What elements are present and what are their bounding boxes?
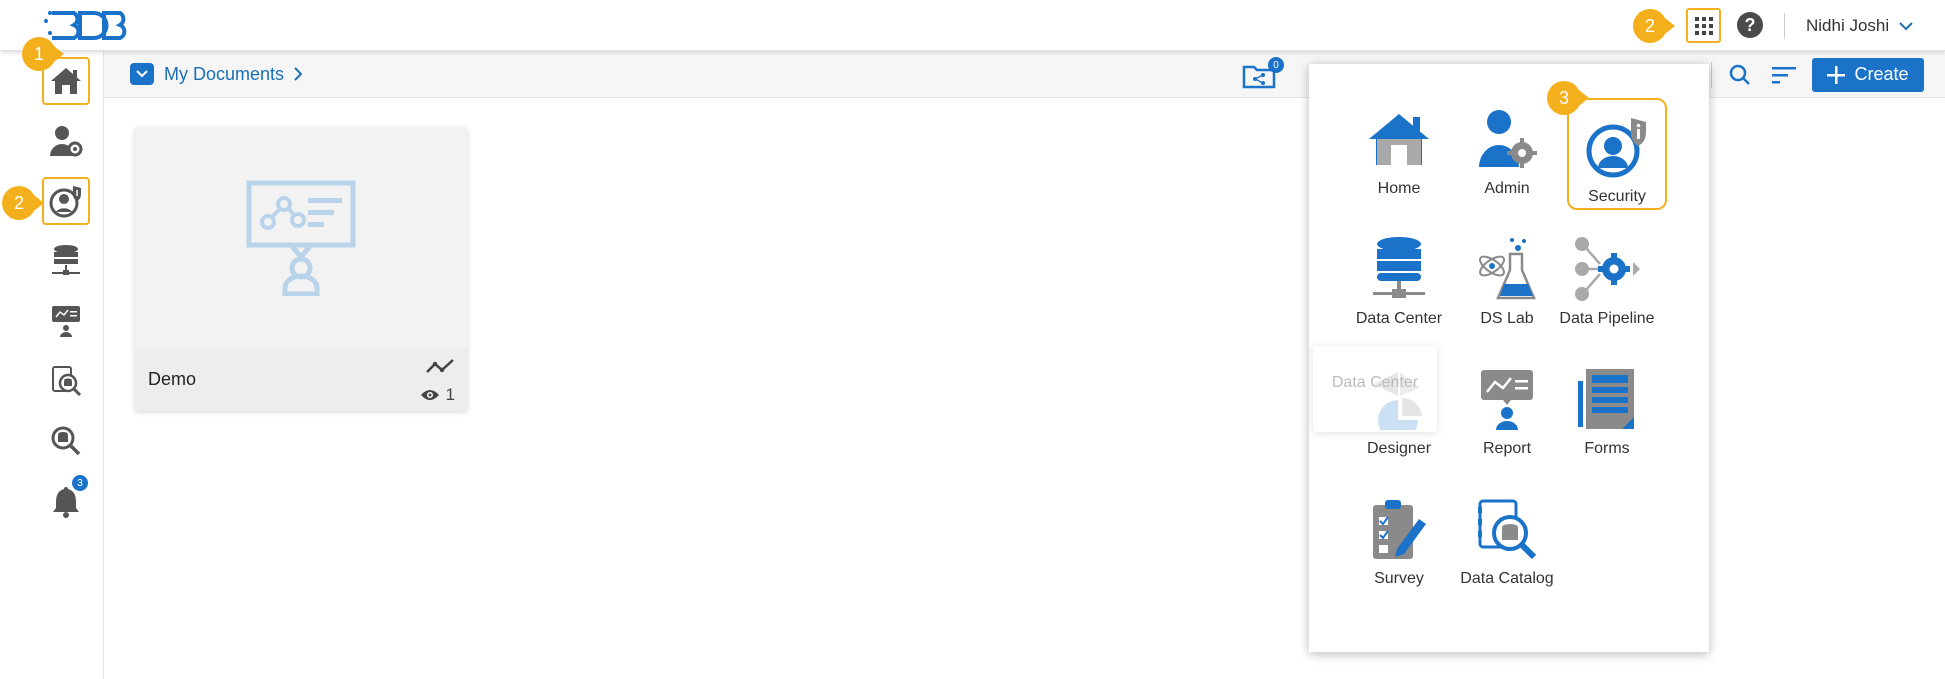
app-tile-report[interactable]: Report [1457, 352, 1557, 464]
data-catalog-icon [52, 366, 82, 397]
sort-button[interactable] [1768, 59, 1800, 91]
search-database-icon [51, 426, 81, 456]
apps-grid-button[interactable] [1686, 8, 1721, 43]
document-card[interactable]: Demo 1 [135, 128, 467, 411]
security-icon [1586, 118, 1646, 178]
create-label: Create [1854, 64, 1909, 84]
user-name: Nidhi Joshi [1806, 16, 1890, 35]
document-thumbnail [135, 128, 467, 348]
toolbar-actions: Create [1711, 51, 1945, 98]
sidebar-item-data-search[interactable] [42, 417, 90, 465]
notification-count-badge: 3 [72, 475, 88, 491]
breadcrumb[interactable]: My Documents [130, 63, 303, 85]
trend-icon [425, 358, 455, 379]
data-center-icon [1373, 237, 1425, 298]
drag-ghost-tooltip: Data Center [1313, 346, 1437, 432]
callout-security-app: 3 [1547, 81, 1589, 115]
left-sidebar: 3 [0, 51, 104, 679]
callout-apps: 2 [1633, 9, 1675, 43]
search-button[interactable] [1724, 59, 1756, 91]
chevron-right-icon [294, 67, 303, 81]
shared-folder-button[interactable]: 0 [1242, 57, 1284, 89]
survey-icon [1373, 500, 1426, 559]
divider [1784, 13, 1785, 39]
eye-icon [420, 390, 439, 400]
admin-icon [1479, 110, 1537, 168]
home-icon [1369, 114, 1429, 165]
document-title: Demo [148, 369, 197, 389]
view-count-value: 1 [445, 385, 455, 404]
create-button[interactable]: Create [1812, 57, 1924, 92]
callout-security: 2 [2, 186, 44, 220]
presentation-placeholder-icon [246, 180, 356, 296]
sort-icon [1772, 66, 1796, 83]
folder-dropdown-icon[interactable] [130, 63, 154, 85]
chevron-down-icon [1899, 21, 1913, 30]
callout-home: 1 [22, 37, 64, 71]
search-icon [1729, 64, 1750, 85]
view-count: 1 [420, 385, 455, 405]
breadcrumb-label[interactable]: My Documents [164, 64, 284, 85]
data-catalog-icon [1478, 499, 1537, 560]
app-menu-panel: Home Admin Security Data Center DS Lab D… [1309, 64, 1709, 652]
admin-user-gear-icon [50, 126, 83, 157]
user-menu[interactable]: Nidhi Joshi [1806, 14, 1913, 38]
app-tile-data-pipeline[interactable]: Data Pipeline [1557, 222, 1657, 334]
sidebar-item-notifications[interactable]: 3 [42, 475, 90, 525]
divider [1711, 61, 1712, 88]
sidebar-item-security[interactable] [42, 177, 90, 225]
app-tile-home[interactable]: Home [1349, 92, 1449, 204]
shared-count-badge: 0 [1268, 57, 1284, 73]
document-card-footer: Demo 1 [135, 348, 467, 411]
app-tile-forms[interactable]: Forms [1557, 352, 1657, 464]
report-icon [1481, 370, 1533, 430]
app-tile-data-center[interactable]: Data Center [1349, 222, 1449, 334]
help-icon[interactable]: ? [1737, 12, 1763, 38]
forms-icon [1578, 369, 1634, 429]
ds-lab-icon [1479, 238, 1536, 300]
app-tile-admin[interactable]: Admin [1457, 92, 1557, 204]
grid-icon [1694, 16, 1713, 35]
app-tile-data-catalog[interactable]: Data Catalog [1457, 482, 1557, 594]
security-shield-user-icon [49, 186, 81, 218]
sidebar-item-admin[interactable] [42, 117, 90, 165]
report-presentation-icon [52, 306, 80, 337]
data-pipeline-icon [1575, 237, 1640, 301]
sidebar-item-data-center[interactable] [42, 237, 90, 285]
database-icon [52, 245, 80, 275]
app-tile-ds-lab[interactable]: DS Lab [1457, 222, 1557, 334]
sidebar-item-data-catalog[interactable] [42, 357, 90, 405]
plus-icon [1827, 65, 1846, 84]
sidebar-item-report[interactable] [42, 297, 90, 345]
app-tile-survey[interactable]: Survey [1349, 482, 1449, 594]
